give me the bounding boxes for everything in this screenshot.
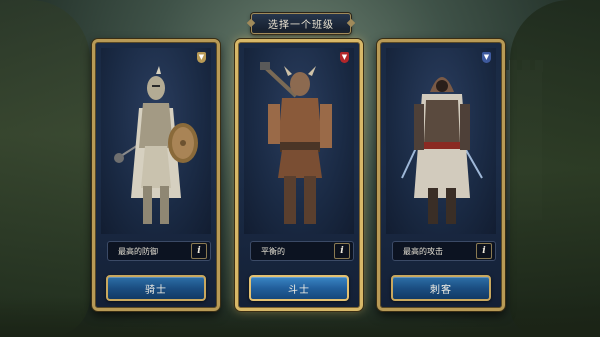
info-button[interactable]: i <box>191 243 207 259</box>
class-badge-icon: ▼ <box>197 52 206 63</box>
select-brawler-button[interactable]: 斗士 <box>249 275 349 301</box>
background-tree <box>510 0 600 337</box>
class-description: 最高的防御 <box>118 246 158 256</box>
select-knight-button[interactable]: 骑士 <box>106 275 206 301</box>
background-cliff <box>0 0 90 337</box>
page-title: 选择一个班级 <box>251 13 351 34</box>
class-card-brawler[interactable]: ▼ 平衡的 i 斗士 <box>235 39 363 311</box>
game-scene: 选择一个班级 ▼ 最高的防御 i 骑士 ▼ 平衡的 i 斗士 ▼ 最高的攻击 i… <box>0 0 600 337</box>
knight-figure-icon <box>114 66 198 224</box>
select-assassin-button[interactable]: 刺客 <box>391 275 491 301</box>
class-card-knight[interactable]: ▼ 最高的防御 i 骑士 <box>92 39 220 311</box>
class-badge-icon: ▼ <box>340 52 349 63</box>
brawler-portrait: ▼ <box>244 48 354 234</box>
info-button[interactable]: i <box>476 243 492 259</box>
brawler-figure-icon <box>260 62 332 224</box>
assassin-figure-icon <box>401 77 483 224</box>
knight-portrait: ▼ <box>101 48 211 234</box>
assassin-portrait: ▼ <box>386 48 496 234</box>
class-badge-icon: ▼ <box>482 52 491 63</box>
info-button[interactable]: i <box>334 243 350 259</box>
class-stat-row: 最高的防御 i <box>107 241 211 261</box>
class-card-assassin[interactable]: ▼ 最高的攻击 i 刺客 <box>377 39 505 311</box>
class-description: 最高的攻击 <box>403 246 443 256</box>
class-description: 平衡的 <box>261 246 285 256</box>
class-stat-row: 平衡的 i <box>250 241 354 261</box>
class-stat-row: 最高的攻击 i <box>392 241 496 261</box>
